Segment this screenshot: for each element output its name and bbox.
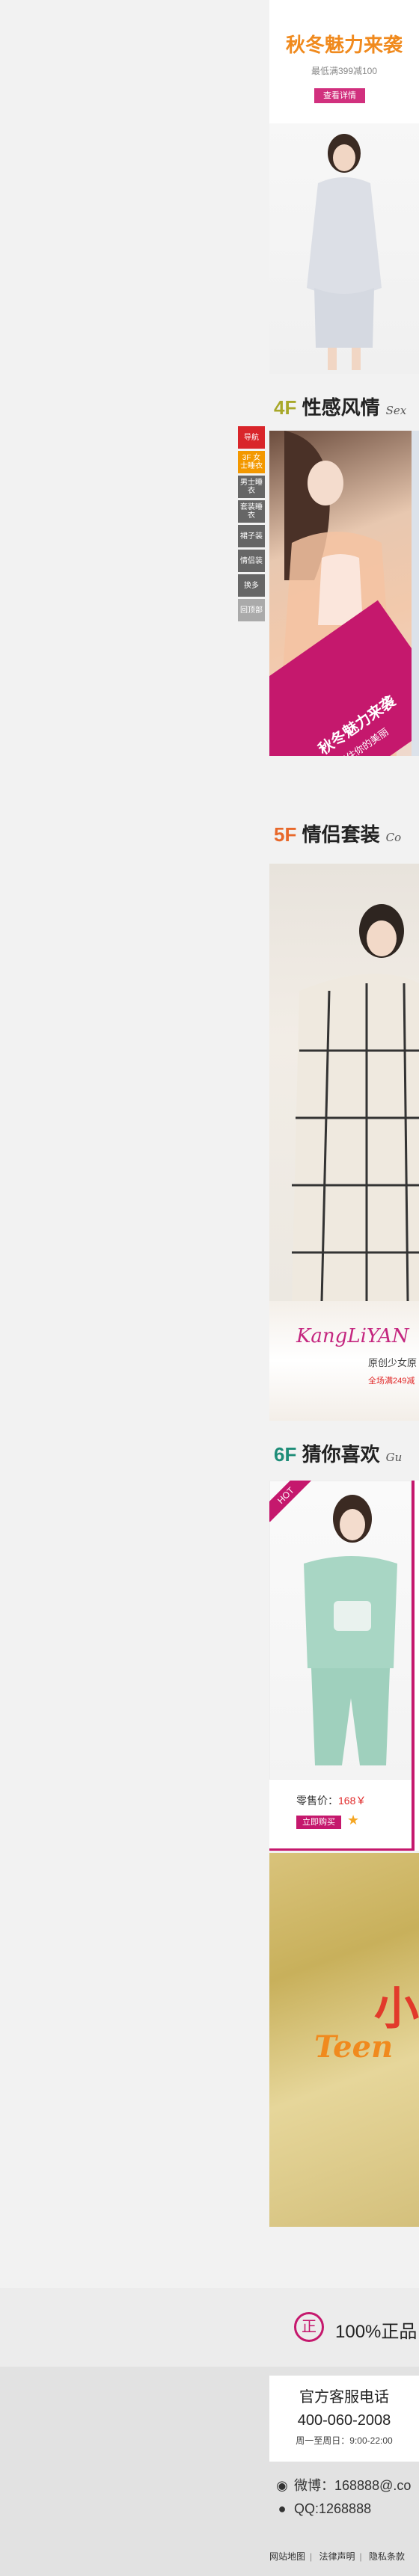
model-figure-icon [304, 1495, 397, 1765]
brand-subtitle: 原创少女原 [368, 1357, 418, 1368]
promo-banner[interactable]: 小 Teen [269, 1853, 419, 2227]
weibo-icon: ◉ [276, 2478, 288, 2493]
floor6-heading: 6F 猜你喜欢 Gu [274, 1439, 402, 1469]
floor4-heading: 4F 性感风情 Sex [274, 393, 406, 422]
price-value: 168￥ [338, 1795, 367, 1807]
view-details-button[interactable]: 查看详情 [314, 88, 365, 103]
sidenav-item-sets[interactable]: 套装睡衣 [238, 500, 265, 523]
footer-link-legal[interactable]: 法律声明 [319, 2551, 355, 2562]
footer-link-separator: | [359, 2551, 362, 2562]
customer-service-hotline: 官方客服电话 400-060-2008 周一至周日：9:00-22:00 [269, 2376, 419, 2462]
sidenav-item-more[interactable]: 换多 [238, 574, 265, 597]
floor3-banner: 秋冬魅力来袭 最低满399减100 查看详情 [269, 0, 419, 374]
footer-link-privacy[interactable]: 隐私条款 [369, 2551, 405, 2562]
buy-now-button[interactable]: 立即购买 [296, 1816, 341, 1829]
weibo-text: 微博：168888@.co [294, 2478, 412, 2493]
qq-icon: ● [278, 2501, 287, 2516]
sidenav-item-men[interactable]: 男士睡衣 [238, 476, 265, 498]
star-icon[interactable]: ★ [347, 1813, 359, 1828]
footer-link-sitemap[interactable]: 网站地图 [269, 2551, 305, 2562]
hotline-title: 官方客服电话 [299, 2389, 389, 2406]
floor5-heading: 5F 情侣套装 Co [274, 820, 401, 849]
product-price: 零售价：168￥ [296, 1793, 366, 1808]
service-bar: 正 100%正品 [0, 2288, 419, 2367]
footer: 官方客服电话 400-060-2008 周一至周日：9:00-22:00 ◉ 微… [0, 2367, 419, 2576]
floor4-en-title: Sex [385, 404, 407, 417]
model-figure-icon [292, 904, 419, 1301]
floor4-number: 4F [274, 396, 297, 419]
floor3-title: 秋冬魅力来袭 [285, 34, 403, 56]
qq-text: QQ:1268888 [294, 2501, 372, 2516]
sidenav-item-back-to-top[interactable]: 回顶部 [238, 599, 265, 621]
floor5-brand-panel[interactable]: KangLiYAN 原创少女原 全场满249减 [269, 1301, 419, 1421]
side-navigation: 导航 3F 女士睡衣 男士睡衣 套装睡衣 裙子装 情侣装 换多 回顶部 [238, 426, 265, 624]
floor6-number: 6F [274, 1443, 297, 1466]
floor3-product-image[interactable] [269, 123, 419, 374]
brand-promo: 全场满249减 [368, 1377, 415, 1386]
qq-contact[interactable]: ● QQ:1268888 [274, 2501, 372, 2517]
floor4-banner-image[interactable]: 秋冬魅力来袭 留住你的美丽 [269, 431, 412, 756]
hotline-hours: 周一至周日：9:00-22:00 [296, 2435, 393, 2446]
floor6-en-title: Gu [385, 1451, 403, 1464]
genuine-icon: 正 [294, 2312, 324, 2342]
promo-english-title: Teen [314, 2029, 394, 2065]
weibo-contact[interactable]: ◉ 微博：168888@.co [274, 2475, 411, 2494]
brand-logo-text: KangLiYAN [296, 1325, 409, 1347]
promo-title: 小 [374, 1984, 419, 2034]
product-image[interactable] [269, 1481, 412, 1780]
floor6-title: 猜你喜欢 [302, 1443, 380, 1466]
floor5-number: 5F [274, 823, 297, 846]
floor4-next-image[interactable] [412, 431, 419, 756]
hotline-number: 400-060-2008 [297, 2412, 391, 2429]
floor5-banner-image[interactable] [269, 864, 419, 1301]
floor3-subtitle: 最低满399减100 [311, 66, 378, 76]
genuine-guarantee-text: 100%正品 [335, 2322, 418, 2342]
floor5-en-title: Co [385, 831, 402, 844]
product-card[interactable]: HOT 零售价：168￥ 立即购买 ★ [269, 1481, 412, 1851]
sidenav-item-dresses[interactable]: 裙子装 [238, 525, 265, 547]
floor5-title: 情侣套装 [302, 823, 380, 846]
floor4-title: 性感风情 [302, 396, 380, 419]
sidenav-item-nav[interactable]: 导航 [238, 426, 265, 449]
sidenav-item-women[interactable]: 3F 女士睡衣 [238, 451, 265, 473]
sidenav-item-couples[interactable]: 情侣装 [238, 550, 265, 572]
model-figure-icon [307, 134, 382, 370]
price-label: 零售价： [296, 1795, 338, 1807]
footer-link-separator: | [310, 2551, 313, 2562]
footer-links: 网站地图 | 法律声明 | 隐私条款 [269, 2550, 409, 2563]
product-card-next[interactable] [412, 1481, 419, 1851]
